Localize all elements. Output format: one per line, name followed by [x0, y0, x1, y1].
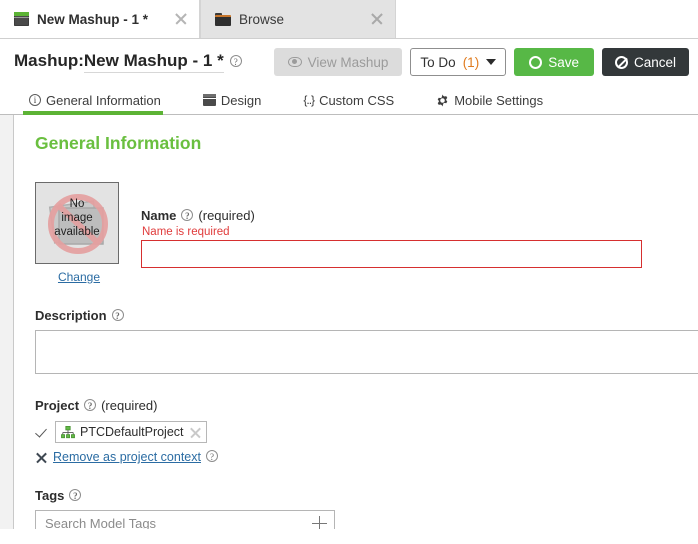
description-label-row: Description ? — [35, 308, 698, 323]
description-label: Description — [35, 308, 107, 323]
body-area: General Information No image available C… — [0, 115, 698, 529]
browser-tab-new-mashup[interactable]: New Mashup - 1 * — [0, 0, 200, 38]
browser-tab-label: Browse — [239, 11, 285, 27]
todo-count: (1) — [462, 54, 480, 70]
tags-input-wrapper[interactable] — [35, 510, 335, 529]
page-title-prefix: Mashup: — [14, 51, 84, 70]
name-label: Name — [141, 208, 177, 223]
close-icon — [35, 451, 48, 464]
project-required-hint: (required) — [101, 398, 158, 413]
left-rail — [0, 115, 14, 529]
tab-label: General Information — [46, 92, 161, 108]
page-title: Mashup: New Mashup - 1 * ? — [14, 51, 266, 73]
help-icon[interactable]: ? — [229, 55, 242, 67]
tab-label: Design — [220, 92, 262, 108]
save-button[interactable]: Save — [514, 48, 594, 76]
no-image-line1: No — [69, 198, 85, 210]
no-image-thumbnail[interactable]: No image available — [35, 182, 119, 264]
help-icon[interactable]: ? — [69, 488, 82, 501]
eye-icon — [287, 57, 302, 67]
mashup-icon — [14, 12, 29, 26]
close-icon[interactable] — [173, 11, 189, 27]
project-chip-label: PTCDefaultProject — [80, 425, 184, 439]
save-ring-icon — [529, 55, 543, 69]
css-braces-icon: {..} — [303, 93, 315, 107]
tags-label: Tags — [35, 488, 65, 503]
project-label-row: Project ? (required) — [35, 398, 698, 413]
general-information-panel: General Information No image available C… — [14, 115, 698, 529]
check-icon — [35, 426, 48, 439]
view-mashup-button[interactable]: View Mashup — [273, 48, 403, 76]
name-required-hint: (required) — [198, 208, 255, 223]
todo-label: To Do — [420, 54, 456, 70]
remove-project-context-link[interactable]: Remove as project context — [53, 450, 201, 464]
close-icon[interactable] — [189, 426, 202, 439]
tab-label: Mobile Settings — [454, 92, 544, 108]
tab-mobile-settings[interactable]: Mobile Settings — [428, 86, 557, 114]
help-icon[interactable]: ? — [206, 450, 218, 462]
section-title: General Information — [35, 133, 202, 153]
tab-design[interactable]: Design — [195, 86, 275, 114]
help-icon[interactable]: ? — [111, 308, 124, 321]
thumbnail-column: No image available Change — [35, 182, 123, 284]
tags-label-row: Tags ? — [35, 488, 698, 503]
tab-custom-css[interactable]: {..} Custom CSS — [295, 86, 408, 114]
help-icon[interactable]: ? — [181, 208, 194, 221]
view-mashup-label: View Mashup — [307, 54, 389, 70]
tab-label: Custom CSS — [319, 92, 395, 108]
project-hierarchy-icon — [61, 425, 75, 438]
project-chip[interactable]: PTCDefaultProject — [55, 421, 207, 443]
close-icon[interactable] — [369, 11, 385, 27]
folder-icon — [215, 12, 231, 26]
name-field-group: Name ? (required) Name is required — [141, 182, 698, 268]
name-label-row: Name ? (required) — [141, 208, 698, 223]
name-error-message: Name is required — [142, 226, 230, 238]
cancel-label: Cancel — [633, 54, 676, 70]
description-field-group: Description ? — [35, 308, 698, 374]
cancel-button[interactable]: Cancel — [601, 48, 689, 76]
help-icon[interactable]: ? — [84, 398, 97, 411]
change-image-link[interactable]: Change — [35, 270, 123, 284]
tags-search-input[interactable] — [43, 515, 312, 529]
image-and-name-row: No image available Change Name ? (requir… — [35, 182, 698, 284]
description-textarea[interactable] — [35, 330, 698, 374]
header-toolbar: Mashup: New Mashup - 1 * ? View Mashup T… — [0, 39, 698, 86]
design-icon — [202, 94, 216, 106]
section-tab-bar: i General Information Design {..} Custom… — [0, 86, 698, 115]
browser-tab-strip: New Mashup - 1 * Browse — [0, 0, 698, 39]
name-input[interactable] — [141, 240, 642, 268]
cancel-ban-icon — [614, 55, 628, 69]
no-image-line2: image — [61, 212, 93, 224]
info-icon: i — [29, 94, 41, 106]
save-label: Save — [548, 54, 579, 70]
browser-tab-label: New Mashup - 1 * — [37, 11, 149, 27]
project-field-group: Project ? (required) PTCDefaultProject R… — [35, 398, 698, 464]
plus-icon[interactable] — [312, 516, 327, 529]
tags-field-group: Tags ? — [35, 488, 698, 529]
chevron-down-icon — [486, 59, 497, 65]
gear-icon — [436, 93, 449, 107]
project-label: Project — [35, 398, 80, 413]
todo-dropdown-button[interactable]: To Do (1) — [410, 48, 507, 76]
no-image-text: No image available — [36, 197, 118, 239]
remove-project-context-row[interactable]: Remove as project context ? — [35, 450, 698, 464]
tab-general-information[interactable]: i General Information — [21, 86, 175, 115]
browser-tab-browse[interactable]: Browse — [200, 0, 396, 38]
no-image-line3: available — [54, 226, 100, 238]
page-title-value[interactable]: New Mashup - 1 * — [83, 51, 224, 73]
project-selection-row: PTCDefaultProject — [35, 421, 698, 443]
